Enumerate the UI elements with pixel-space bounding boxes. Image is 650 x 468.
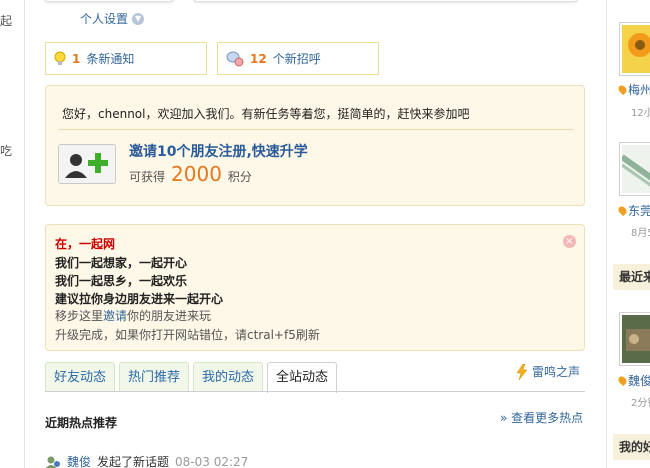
tab-friend-feed[interactable]: 好友动态 xyxy=(45,362,116,392)
new-notice-box[interactable]: 1 条新通知 xyxy=(45,42,207,75)
section-title: 近期热点推荐 xyxy=(45,416,118,430)
thumbnail-title: 东莞 xyxy=(628,204,650,218)
feed-action: 发起了新话题 xyxy=(97,455,170,468)
notice-label: 条新通知 xyxy=(86,52,135,66)
left-sidebar-text: 吃 xyxy=(0,144,13,158)
announcement-line: 我们一起思乡，一起欢乐 xyxy=(55,274,188,288)
new-greeting-box[interactable]: 12 个新招呼 xyxy=(217,42,379,75)
thumbnail-title: 魏俊 xyxy=(628,374,650,388)
left-sidebar: 起 吃 xyxy=(0,0,25,468)
notice-count: 1 xyxy=(72,51,81,66)
invite-link[interactable]: 邀请 xyxy=(103,309,127,323)
thunder-voice-label: 雷鸣之声 xyxy=(532,365,581,379)
thumbnail[interactable] xyxy=(619,142,650,196)
close-icon[interactable]: × xyxy=(563,235,576,248)
divider xyxy=(58,129,574,130)
announcement-line: 建议拉你身边朋友进来一起开心 xyxy=(55,292,224,306)
tab-hot-recommend[interactable]: 热门推荐 xyxy=(119,362,190,392)
thumbnail[interactable] xyxy=(619,312,650,366)
personal-settings-link[interactable]: 个人设置 ▼ xyxy=(80,10,145,27)
reward-points: 2000 xyxy=(171,162,222,186)
reward-suffix: 积分 xyxy=(227,170,252,184)
thumbnail[interactable] xyxy=(619,22,650,76)
thumbnail-label[interactable]: 东莞 xyxy=(616,202,650,219)
announcement-line: 我们一起想家，一起开心 xyxy=(55,256,188,270)
thumbnail-label[interactable]: 魏俊 xyxy=(616,372,650,389)
personal-settings-label: 个人设置 xyxy=(80,12,129,26)
thunder-voice-link[interactable]: 雷鸣之声 xyxy=(516,363,580,380)
thumbnail-meta: 8月5 xyxy=(631,228,650,239)
thumbnail-title: 梅州 xyxy=(628,83,650,97)
thumbnail-meta: 12小 xyxy=(631,108,650,119)
announcement-line: 升级完成，如果你打开网站错位，请ctral+f5刷新 xyxy=(55,328,320,342)
left-sidebar-text: 起 xyxy=(0,14,13,28)
thumbnail-meta: 2分钟 xyxy=(631,398,650,409)
side-section-title: 我的好 xyxy=(613,434,650,460)
user-icon xyxy=(45,456,60,468)
feed-user-link[interactable]: 魏俊 xyxy=(67,453,91,468)
tab-my-feed[interactable]: 我的动态 xyxy=(193,362,264,392)
announcement-panel: × 在，一起网 我们一起想家，一起开心 我们一起思乡，一起欢乐 建议拉你身边朋友… xyxy=(45,224,585,351)
welcome-panel: 您好，chennol，欢迎加入我们。有新任务等着您，挺简单的，赶快来参加吧 邀请… xyxy=(45,85,585,206)
feed-tabs: 好友动态 热门推荐 我的动态 全站动态 xyxy=(45,362,338,393)
announcement-title: 在，一起网 xyxy=(55,237,116,251)
announcement-text: 你的朋友进来玩 xyxy=(127,309,212,323)
lightbulb-icon xyxy=(54,51,66,65)
chevron-down-icon: ▼ xyxy=(132,12,145,25)
feed-timestamp: 08-03 02:27 xyxy=(175,454,249,468)
feed-item: 魏俊 发起了新话题 08-03 02:27 xyxy=(45,453,248,468)
invite-reward: 可获得 2000 积分 xyxy=(129,162,252,186)
location-pin-icon xyxy=(616,83,629,96)
lightning-icon xyxy=(516,363,528,380)
tab-site-feed[interactable]: 全站动态 xyxy=(267,362,338,393)
thumbnail-label[interactable]: 梅州 xyxy=(616,81,650,98)
announcement-text: 移步这里 xyxy=(55,309,104,323)
side-section-title: 最近来 xyxy=(613,264,650,290)
invite-friends-link[interactable]: 邀请10个朋友注册,快速升学 xyxy=(129,141,308,161)
greeting-count: 12 xyxy=(250,51,267,66)
announcement-line: 移步这里邀请你的朋友进来玩 xyxy=(55,307,211,324)
top-card-fragment xyxy=(44,0,174,2)
welcome-message: 您好，chennol，欢迎加入我们。有新任务等着您，挺简单的，赶快来参加吧 xyxy=(62,107,470,121)
divider xyxy=(45,391,585,392)
greeting-icon xyxy=(226,51,244,66)
location-pin-icon xyxy=(616,374,629,387)
right-sidebar: 梅州 12小 东莞 8月5 最近来 魏俊 2分钟 我的好 xyxy=(606,0,650,468)
invite-friends-icon[interactable] xyxy=(58,144,116,184)
location-pin-icon xyxy=(616,204,629,217)
reward-prefix: 可获得 xyxy=(129,170,166,184)
top-card-fragment xyxy=(193,0,578,2)
more-hot-link[interactable]: » 查看更多热点 xyxy=(500,409,583,426)
greeting-label: 个新招呼 xyxy=(272,52,321,66)
